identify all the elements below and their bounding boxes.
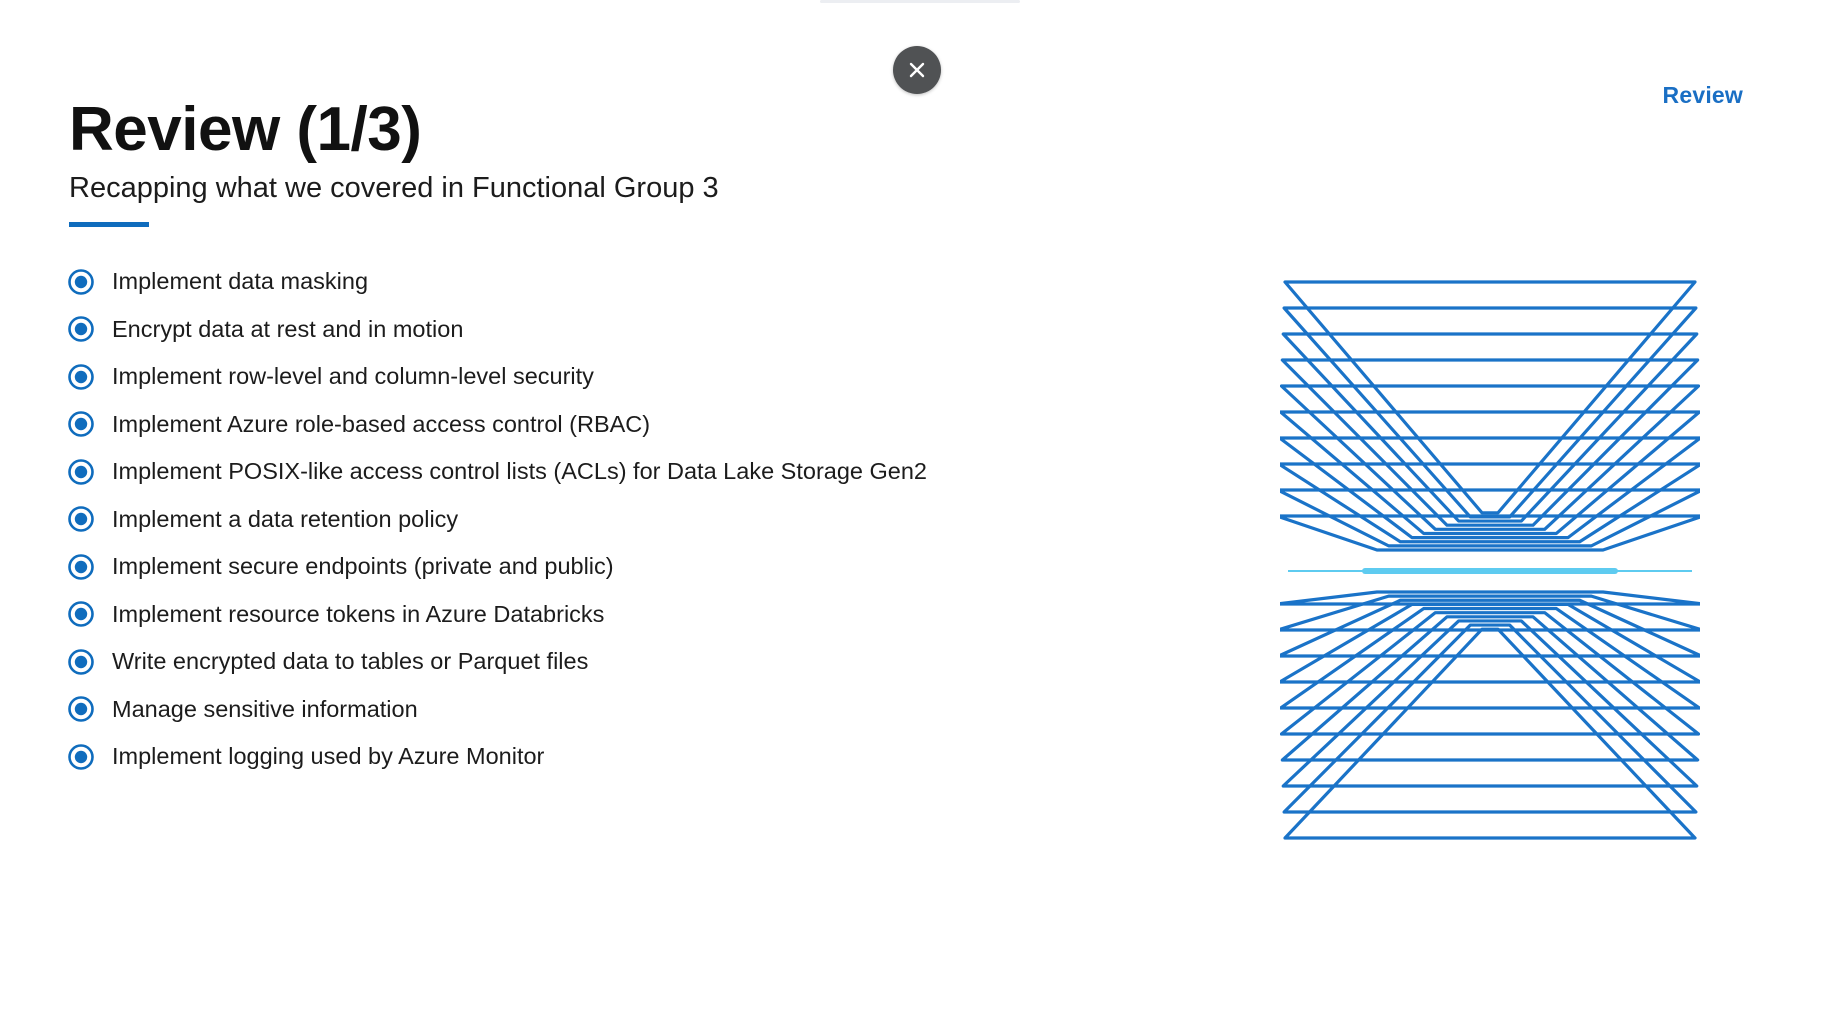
- radio-bullet-icon: [67, 600, 95, 628]
- topic-text: Implement resource tokens in Azure Datab…: [112, 600, 605, 627]
- topic-text: Manage sensitive information: [112, 695, 418, 722]
- topic-text: Write encrypted data to tables or Parque…: [112, 648, 589, 675]
- frame-bottom-10: [1280, 590, 1700, 606]
- topic-item: Manage sensitive information: [67, 686, 927, 734]
- frame-top-1: [1283, 280, 1697, 515]
- topic-list: Implement data masking Encrypt data at re…: [67, 258, 927, 781]
- radio-bullet-icon: [67, 695, 95, 723]
- topic-text: Implement POSIX-like access control list…: [112, 458, 927, 485]
- topic-item: Implement logging used by Azure Monitor: [67, 733, 927, 781]
- radio-bullet-icon: [67, 553, 95, 581]
- title-accent-bar: [69, 222, 149, 227]
- frame-bottom-6: [1280, 606, 1700, 710]
- topic-item: Encrypt data at rest and in motion: [67, 306, 927, 354]
- frame-bottom-4: [1280, 615, 1700, 762]
- radio-bullet-icon: [67, 743, 95, 771]
- topic-text: Encrypt data at rest and in motion: [112, 315, 464, 342]
- topic-text: Implement row-level and column-level sec…: [112, 363, 594, 390]
- topic-item: Implement row-level and column-level sec…: [67, 353, 927, 401]
- top-edge-divider: [820, 0, 1020, 3]
- frame-top-5: [1280, 384, 1700, 531]
- topic-item: Implement data masking: [67, 258, 927, 306]
- radio-bullet-icon: [67, 268, 95, 296]
- radio-bullet-icon: [67, 363, 95, 391]
- topic-item: Write encrypted data to tables or Parque…: [67, 638, 927, 686]
- frame-top-3: [1281, 332, 1699, 523]
- topic-text: Implement Azure role-based access contro…: [112, 410, 651, 437]
- topic-text: Implement secure endpoints (private and …: [112, 553, 614, 580]
- page-title: Review (1/3): [69, 95, 422, 164]
- topic-item: Implement Azure role-based access contro…: [67, 401, 927, 449]
- topic-item: Implement a data retention policy: [67, 496, 927, 544]
- layered-frames-illustration: [1280, 280, 1700, 840]
- topic-item: Implement POSIX-like access control list…: [67, 448, 927, 496]
- radio-bullet-icon: [67, 458, 95, 486]
- close-icon: [908, 61, 926, 79]
- radio-bullet-icon: [67, 648, 95, 676]
- topic-text: Implement data masking: [112, 268, 369, 295]
- radio-bullet-icon: [67, 410, 95, 438]
- frame-bottom-2: [1282, 623, 1698, 814]
- slide: Review Review (1/3) Recapping what we co…: [0, 0, 1823, 1023]
- page-subtitle: Recapping what we covered in Functional …: [69, 172, 719, 204]
- section-label[interactable]: Review: [1663, 82, 1743, 109]
- topic-text: Implement a data retention policy: [112, 505, 459, 532]
- topic-item: Implement secure endpoints (private and …: [67, 543, 927, 591]
- topic-item: Implement resource tokens in Azure Datab…: [67, 591, 927, 639]
- topic-text: Implement logging used by Azure Monitor: [112, 743, 545, 770]
- radio-bullet-icon: [67, 315, 95, 343]
- close-button[interactable]: [893, 46, 941, 94]
- radio-bullet-icon: [67, 505, 95, 533]
